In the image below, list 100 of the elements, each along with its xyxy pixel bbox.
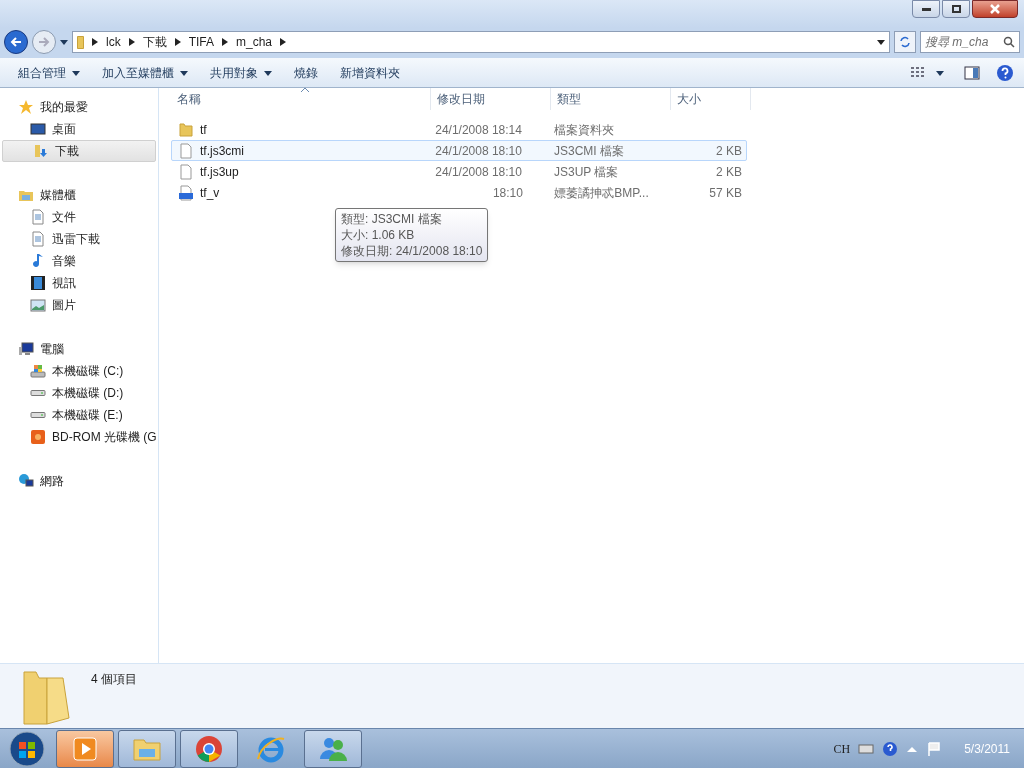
breadcrumb[interactable]: TIFA — [188, 33, 214, 51]
breadcrumb-arrow-icon[interactable] — [280, 38, 287, 46]
breadcrumb[interactable]: m_cha — [236, 33, 273, 51]
minimize-button[interactable] — [912, 0, 940, 18]
address-bar[interactable]: lck 下載 TIFA m_cha — [72, 31, 890, 53]
file-size: 2 KB — [716, 164, 742, 179]
nav-group-label: 我的最愛 — [40, 99, 88, 116]
breadcrumb-arrow-icon[interactable] — [128, 38, 135, 46]
windows-logo-icon — [9, 730, 45, 767]
tooltip-line: 大小: 1.06 KB — [341, 227, 416, 243]
dropdown-caret-icon — [936, 68, 944, 77]
nav-item[interactable]: 本機磁碟 (E:) — [0, 404, 158, 426]
nav-item-label: 圖片 — [52, 297, 76, 314]
toolbar-button[interactable]: 組合管理 — [10, 60, 88, 85]
monitor-icon — [30, 121, 46, 137]
keyboard-icon[interactable] — [858, 742, 875, 755]
blank-file-icon — [178, 163, 194, 180]
star-icon — [18, 99, 34, 115]
nav-item-label: 本機磁碟 (D:) — [52, 385, 124, 402]
file-size: 2 KB — [716, 143, 742, 158]
taskbar-button[interactable] — [118, 729, 176, 768]
dropdown-caret-icon — [180, 68, 188, 77]
nav-item-label: 桌面 — [52, 121, 76, 138]
modified-date: 18:10 — [492, 185, 523, 200]
column-header[interactable]: 類型 — [551, 88, 671, 110]
nav-item[interactable]: BD-ROM 光碟機 (G — [0, 426, 158, 448]
folder-icon — [178, 121, 194, 138]
breadcrumb-arrow-icon[interactable] — [222, 38, 228, 46]
windows-drive-icon — [30, 363, 46, 379]
file-name: tf.js3cmi — [200, 142, 244, 160]
dropdown-caret-icon[interactable] — [877, 38, 885, 46]
folder-icon — [77, 35, 84, 49]
nav-item[interactable]: 迅雷下載 — [0, 228, 158, 250]
toolbar-button[interactable]: 新增資料夾 — [332, 60, 408, 85]
nav-item[interactable]: 文件 — [0, 206, 158, 228]
nav-item[interactable]: 桌面 — [0, 118, 158, 140]
input-language[interactable]: CH — [833, 739, 851, 758]
history-caret-icon[interactable] — [60, 38, 68, 46]
file-name: tf_v — [200, 184, 220, 202]
nav-group-label: 電腦 — [40, 341, 64, 358]
tooltip-line: 修改日期: 24/1/2008 18:10 — [341, 243, 483, 259]
nav-item[interactable]: 圖片 — [0, 294, 158, 316]
toolbar-button[interactable]: 燒錄 — [286, 60, 326, 85]
nav-item-label: 迅雷下載 — [52, 231, 100, 248]
nav-item-label: 音樂 — [52, 253, 76, 270]
toolbar-button[interactable]: 加入至媒體櫃 — [94, 60, 196, 85]
maximize-button[interactable] — [942, 0, 970, 18]
item-count: 4 個項目 — [91, 671, 137, 688]
help-icon[interactable] — [996, 63, 1014, 82]
hard-drive-icon — [30, 390, 46, 396]
file-row[interactable]: tf.js3up 24/1/2008 18:10 JS3UP 檔案 2 KB — [171, 161, 747, 182]
taskbar-button[interactable] — [180, 729, 238, 768]
nav-group-item[interactable]: 網路 — [0, 470, 158, 492]
help-icon[interactable] — [882, 740, 899, 757]
column-header[interactable]: 修改日期 — [431, 88, 551, 110]
modified-date: 24/1/2008 18:10 — [435, 164, 522, 179]
film-icon — [30, 275, 46, 291]
column-header[interactable]: 大小 — [671, 88, 751, 110]
taskbar-button[interactable] — [56, 729, 114, 768]
folder-arrow-icon — [33, 143, 49, 159]
toolbar-button[interactable]: 共用對象 — [202, 60, 280, 85]
document-icon — [30, 209, 46, 225]
nav-group-label: 媒體櫃 — [40, 187, 76, 204]
nav-item[interactable]: 視訊 — [0, 272, 158, 294]
column-header[interactable]: 名稱 — [171, 88, 431, 110]
search-field[interactable]: 搜尋 m_cha — [920, 31, 1020, 53]
nav-item[interactable]: 音樂 — [0, 250, 158, 272]
file-type: 檔案資料夾 — [554, 122, 614, 137]
breadcrumb-arrow-icon[interactable] — [174, 38, 181, 46]
preview-pane-icon[interactable] — [964, 64, 980, 81]
taskbar-button[interactable] — [304, 729, 362, 768]
nav-group-item[interactable]: 我的最愛 — [0, 96, 158, 118]
file-name: tf.js3up — [200, 163, 239, 181]
file-row[interactable]: tf.js3cmi 24/1/2008 18:10 JS3CMI 檔案 2 KB — [171, 140, 747, 161]
back-button[interactable] — [4, 30, 28, 54]
refresh-arrows-icon — [899, 36, 911, 48]
nav-group-item[interactable]: 媒體櫃 — [0, 184, 158, 206]
modified-date: 24/1/2008 18:10 — [435, 143, 522, 158]
breadcrumb[interactable]: 下載 — [142, 33, 167, 51]
file-type: JS3CMI 檔案 — [554, 143, 625, 158]
file-name: tf — [200, 121, 207, 139]
file-size: 57 KB — [709, 185, 742, 200]
nav-item[interactable]: 本機磁碟 (C:) — [0, 360, 158, 382]
back-arrow-icon — [10, 36, 22, 48]
blank-file-icon — [178, 142, 194, 159]
nav-group-label: 網路 — [40, 473, 64, 490]
close-button[interactable] — [972, 0, 1018, 18]
file-row[interactable]: tf_v 18:10 嫖萎譎抻忒BMP... 57 KB — [171, 182, 747, 203]
nav-item[interactable]: 本機磁碟 (D:) — [0, 382, 158, 404]
document-icon — [30, 231, 46, 247]
dropdown-caret-icon — [72, 68, 80, 77]
nav-group-item[interactable]: 電腦 — [0, 338, 158, 360]
file-row[interactable]: tf 24/1/2008 18:14 檔案資料夾 — [171, 119, 747, 140]
nav-item-label: 本機磁碟 (E:) — [52, 407, 123, 424]
refresh-button[interactable] — [894, 31, 916, 53]
computer-icon — [18, 341, 34, 357]
breadcrumb-arrow-icon[interactable] — [92, 38, 98, 46]
breadcrumb[interactable]: lck — [106, 33, 121, 51]
nav-item-label: BD-ROM 光碟機 (G — [52, 429, 157, 446]
nav-item[interactable]: 下載 — [2, 140, 156, 162]
